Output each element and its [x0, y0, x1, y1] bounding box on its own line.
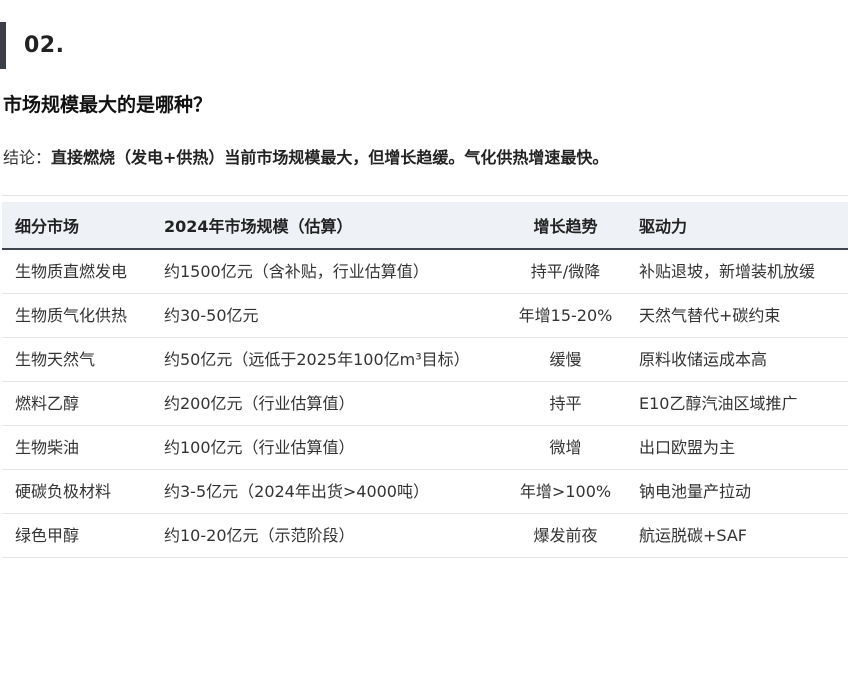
table-row: 燃料乙醇 约200亿元（行业估算值） 持平 E10乙醇汽油区域推广: [2, 381, 848, 426]
table-row: 生物天然气 约50亿元（远低于2025年100亿m³目标） 缓慢 原料收储运成本…: [2, 337, 848, 382]
cell-growth-trend: 微增: [505, 425, 626, 470]
cell-market-size: 约50亿元（远低于2025年100亿m³目标）: [151, 337, 505, 382]
conclusion-paragraph: 结论：直接燃烧（发电+供热）当前市场规模最大，但增长趋缓。气化供热增速最快。: [3, 144, 608, 168]
header-segment: 细分市场: [2, 196, 151, 250]
cell-segment: 硬碳负极材料: [2, 469, 151, 514]
cell-growth-trend: 年增>100%: [505, 469, 626, 514]
market-table-wrapper: 细分市场 2024年市场规模（估算） 增长趋势 驱动力 生物质直燃发电 约150…: [2, 195, 848, 558]
header-drivers: 驱动力: [626, 196, 848, 250]
cell-growth-trend: 持平/微降: [505, 249, 626, 294]
cell-market-size: 约30-50亿元: [151, 293, 505, 338]
cell-market-size: 约200亿元（行业估算值）: [151, 381, 505, 426]
table-row: 生物质直燃发电 约1500亿元（含补贴，行业估算值） 持平/微降 补贴退坡，新增…: [2, 249, 848, 294]
cell-segment: 绿色甲醇: [2, 513, 151, 558]
market-table: 细分市场 2024年市场规模（估算） 增长趋势 驱动力 生物质直燃发电 约150…: [2, 196, 848, 558]
cell-segment: 燃料乙醇: [2, 381, 151, 426]
cell-drivers: 补贴退坡，新增装机放缓: [626, 249, 848, 294]
table-row: 生物柴油 约100亿元（行业估算值） 微增 出口欧盟为主: [2, 425, 848, 470]
conclusion-prefix: 结论：: [3, 148, 52, 167]
cell-segment: 生物质直燃发电: [2, 249, 151, 294]
cell-drivers: 出口欧盟为主: [626, 425, 848, 470]
cell-growth-trend: 持平: [505, 381, 626, 426]
header-growth-trend: 增长趋势: [505, 196, 626, 250]
cell-market-size: 约1500亿元（含补贴，行业估算值）: [151, 249, 505, 294]
header-market-size: 2024年市场规模（估算）: [151, 196, 505, 250]
cell-drivers: E10乙醇汽油区域推广: [626, 381, 848, 426]
table-row: 生物质气化供热 约30-50亿元 年增15-20% 天然气替代+碳约束: [2, 293, 848, 338]
cell-growth-trend: 爆发前夜: [505, 513, 626, 558]
cell-growth-trend: 缓慢: [505, 337, 626, 382]
conclusion-text: 直接燃烧（发电+供热）当前市场规模最大，但增长趋缓。气化供热增速最快。: [51, 148, 609, 167]
cell-market-size: 约3-5亿元（2024年出货>4000吨）: [151, 469, 505, 514]
cell-segment: 生物天然气: [2, 337, 151, 382]
table-row: 绿色甲醇 约10-20亿元（示范阶段） 爆发前夜 航运脱碳+SAF: [2, 513, 848, 558]
cell-drivers: 天然气替代+碳约束: [626, 293, 848, 338]
cell-drivers: 航运脱碳+SAF: [626, 513, 848, 558]
table-header-row: 细分市场 2024年市场规模（估算） 增长趋势 驱动力: [2, 196, 848, 250]
table-row: 硬碳负极材料 约3-5亿元（2024年出货>4000吨） 年增>100% 钠电池…: [2, 469, 848, 514]
section-accent-bar: [0, 22, 6, 69]
cell-market-size: 约10-20亿元（示范阶段）: [151, 513, 505, 558]
cell-segment: 生物柴油: [2, 425, 151, 470]
cell-segment: 生物质气化供热: [2, 293, 151, 338]
cell-market-size: 约100亿元（行业估算值）: [151, 425, 505, 470]
cell-drivers: 钠电池量产拉动: [626, 469, 848, 514]
section-number: 02.: [24, 33, 65, 58]
section-header: 02.: [0, 22, 64, 69]
cell-drivers: 原料收储运成本高: [626, 337, 848, 382]
question-heading: 市场规模最大的是哪种？: [3, 94, 213, 116]
cell-growth-trend: 年增15-20%: [505, 293, 626, 338]
